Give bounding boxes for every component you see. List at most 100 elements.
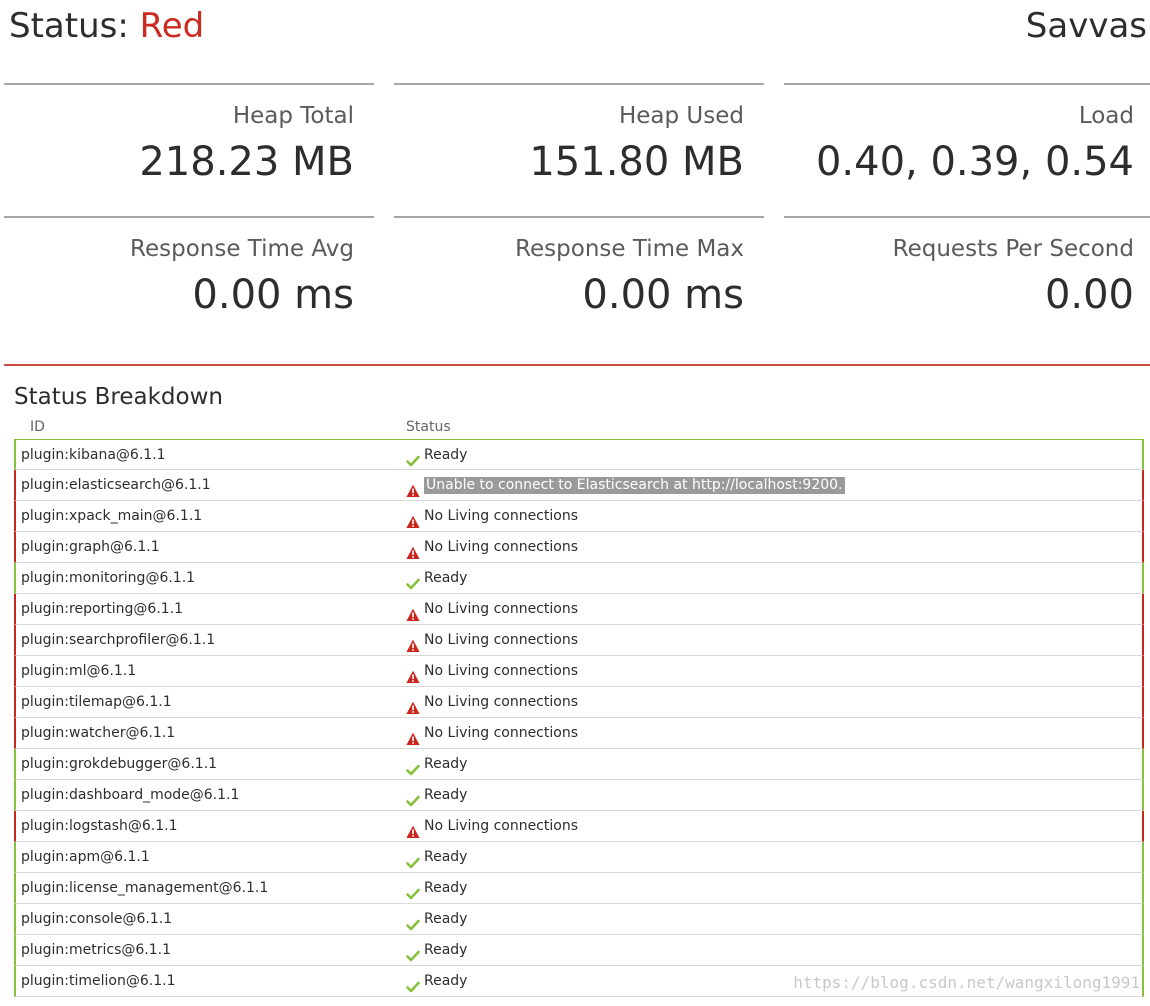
status-message: Ready bbox=[424, 570, 468, 586]
plugin-status: Ready bbox=[406, 440, 467, 471]
metric-value: 0.00 bbox=[1044, 272, 1134, 318]
status-message: No Living connections bbox=[424, 663, 578, 679]
plugin-id: plugin:grokdebugger@6.1.1 bbox=[21, 756, 218, 772]
plugin-status: Ready bbox=[406, 935, 467, 966]
plugin-id: plugin:searchprofiler@6.1.1 bbox=[21, 632, 216, 648]
warning-triangle-icon bbox=[406, 634, 420, 652]
plugin-status: No Living connections bbox=[406, 718, 578, 749]
warning-triangle-icon bbox=[406, 665, 420, 683]
table-row: plugin:searchprofiler@6.1.1 No Living con… bbox=[14, 625, 1144, 656]
plugin-id: plugin:timelion@6.1.1 bbox=[21, 973, 176, 989]
top-bar: Status: Red Savvas bbox=[0, 0, 1150, 56]
checkmark-icon bbox=[406, 572, 420, 589]
metric-value: 151.80 MB bbox=[529, 139, 744, 185]
section-divider bbox=[4, 364, 1150, 366]
status-message: No Living connections bbox=[424, 539, 578, 555]
status-message: Unable to connect to Elasticsearch at ht… bbox=[424, 477, 845, 494]
plugin-id: plugin:monitoring@6.1.1 bbox=[21, 570, 196, 586]
plugin-id: plugin:kibana@6.1.1 bbox=[21, 447, 166, 463]
status-message: Ready bbox=[424, 942, 468, 958]
plugin-id: plugin:apm@6.1.1 bbox=[21, 849, 150, 865]
status-message: Ready bbox=[424, 787, 468, 803]
plugin-status: No Living connections bbox=[406, 501, 578, 532]
plugin-status: No Living connections bbox=[406, 594, 578, 625]
plugin-id: plugin:ml@6.1.1 bbox=[21, 663, 137, 679]
metric-label: Response Time Avg bbox=[130, 236, 354, 262]
status-message: Ready bbox=[424, 973, 468, 989]
plugin-id: plugin:metrics@6.1.1 bbox=[21, 942, 172, 958]
table-row: plugin:apm@6.1.1 Ready bbox=[14, 842, 1144, 873]
status-message: Ready bbox=[424, 447, 468, 463]
plugin-id: plugin:watcher@6.1.1 bbox=[21, 725, 176, 741]
status-message: No Living connections bbox=[424, 818, 578, 834]
metric-requests-per-second: Requests Per Second 0.00 bbox=[784, 216, 1150, 349]
plugin-status: No Living connections bbox=[406, 811, 578, 842]
plugin-id: plugin:dashboard_mode@6.1.1 bbox=[21, 787, 240, 803]
table-row: plugin:console@6.1.1 Ready bbox=[14, 904, 1144, 935]
table-row: plugin:monitoring@6.1.1 Ready bbox=[14, 563, 1144, 594]
table-row: plugin:ml@6.1.1 No Living connections bbox=[14, 656, 1144, 687]
metric-load: Load 0.40, 0.39, 0.54 bbox=[784, 83, 1150, 216]
status-message: Ready bbox=[424, 911, 468, 927]
table-row: plugin:license_management@6.1.1 Ready bbox=[14, 873, 1144, 904]
table-row: plugin:metrics@6.1.1 Ready bbox=[14, 935, 1144, 966]
metric-heap-used: Heap Used 151.80 MB bbox=[394, 83, 764, 216]
plugin-id: plugin:elasticsearch@6.1.1 bbox=[21, 477, 211, 493]
table-row: plugin:grokdebugger@6.1.1 Ready bbox=[14, 749, 1144, 780]
metric-label: Heap Used bbox=[618, 103, 744, 129]
metric-label: Load bbox=[1078, 103, 1134, 129]
metric-response-time-avg: Response Time Avg 0.00 ms bbox=[4, 216, 374, 349]
plugin-id: plugin:logstash@6.1.1 bbox=[21, 818, 178, 834]
status-breakdown-table: plugin:kibana@6.1.1 Ready plugin:elasticse… bbox=[14, 439, 1144, 997]
table-row: plugin:kibana@6.1.1 Ready bbox=[14, 439, 1144, 470]
metric-response-time-max: Response Time Max 0.00 ms bbox=[394, 216, 764, 349]
checkmark-icon bbox=[406, 882, 420, 899]
status-message: Ready bbox=[424, 880, 468, 896]
table-row: plugin:watcher@6.1.1 No Living connection… bbox=[14, 718, 1144, 749]
checkmark-icon bbox=[406, 944, 420, 961]
plugin-status: No Living connections bbox=[406, 656, 578, 687]
plugin-id: plugin:reporting@6.1.1 bbox=[21, 601, 184, 617]
metric-label: Response Time Max bbox=[515, 236, 744, 262]
status-message: No Living connections bbox=[424, 632, 578, 648]
plugin-status: Ready bbox=[406, 780, 467, 811]
plugin-status: No Living connections bbox=[406, 625, 578, 656]
column-header-status: Status bbox=[406, 419, 451, 435]
warning-triangle-icon bbox=[406, 727, 420, 745]
overall-status-title: Status: Red bbox=[9, 6, 204, 46]
overall-status-value: Red bbox=[139, 6, 205, 46]
metric-value: 218.23 MB bbox=[139, 139, 354, 185]
status-prefix: Status: bbox=[9, 6, 140, 46]
warning-triangle-icon bbox=[406, 541, 420, 559]
server-name: Savvas bbox=[1025, 6, 1147, 46]
column-header-id: ID bbox=[30, 419, 45, 435]
plugin-id: plugin:console@6.1.1 bbox=[21, 911, 173, 927]
plugin-status: No Living connections bbox=[406, 687, 578, 718]
table-row: plugin:xpack_main@6.1.1 No Living connect… bbox=[14, 501, 1144, 532]
table-row: plugin:dashboard_mode@6.1.1 Ready bbox=[14, 780, 1144, 811]
metric-label: Requests Per Second bbox=[892, 236, 1134, 262]
checkmark-icon bbox=[406, 851, 420, 868]
warning-triangle-icon bbox=[406, 820, 420, 838]
plugin-status: Ready bbox=[406, 873, 467, 904]
metric-label: Heap Total bbox=[232, 103, 354, 129]
checkmark-icon bbox=[406, 975, 420, 992]
table-row: plugin:graph@6.1.1 No Living connections bbox=[14, 532, 1144, 563]
plugin-id: plugin:tilemap@6.1.1 bbox=[21, 694, 172, 710]
table-row: plugin:tilemap@6.1.1 No Living connection… bbox=[14, 687, 1144, 718]
plugin-status: Ready bbox=[406, 842, 467, 873]
metric-value: 0.40, 0.39, 0.54 bbox=[815, 139, 1134, 185]
status-breakdown-title: Status Breakdown bbox=[14, 384, 223, 410]
plugin-id: plugin:xpack_main@6.1.1 bbox=[21, 508, 203, 524]
plugin-id: plugin:license_management@6.1.1 bbox=[21, 880, 269, 896]
plugin-status: Unable to connect to Elasticsearch at ht… bbox=[406, 470, 845, 501]
watermark: https://blog.csdn.net/wangxilong1991 bbox=[793, 973, 1140, 992]
checkmark-icon bbox=[406, 758, 420, 775]
warning-triangle-icon bbox=[406, 603, 420, 621]
warning-triangle-icon bbox=[406, 510, 420, 528]
metric-value: 0.00 ms bbox=[192, 272, 354, 318]
status-message: No Living connections bbox=[424, 601, 578, 617]
status-message: No Living connections bbox=[424, 508, 578, 524]
metric-heap-total: Heap Total 218.23 MB bbox=[4, 83, 374, 216]
status-message: No Living connections bbox=[424, 725, 578, 741]
